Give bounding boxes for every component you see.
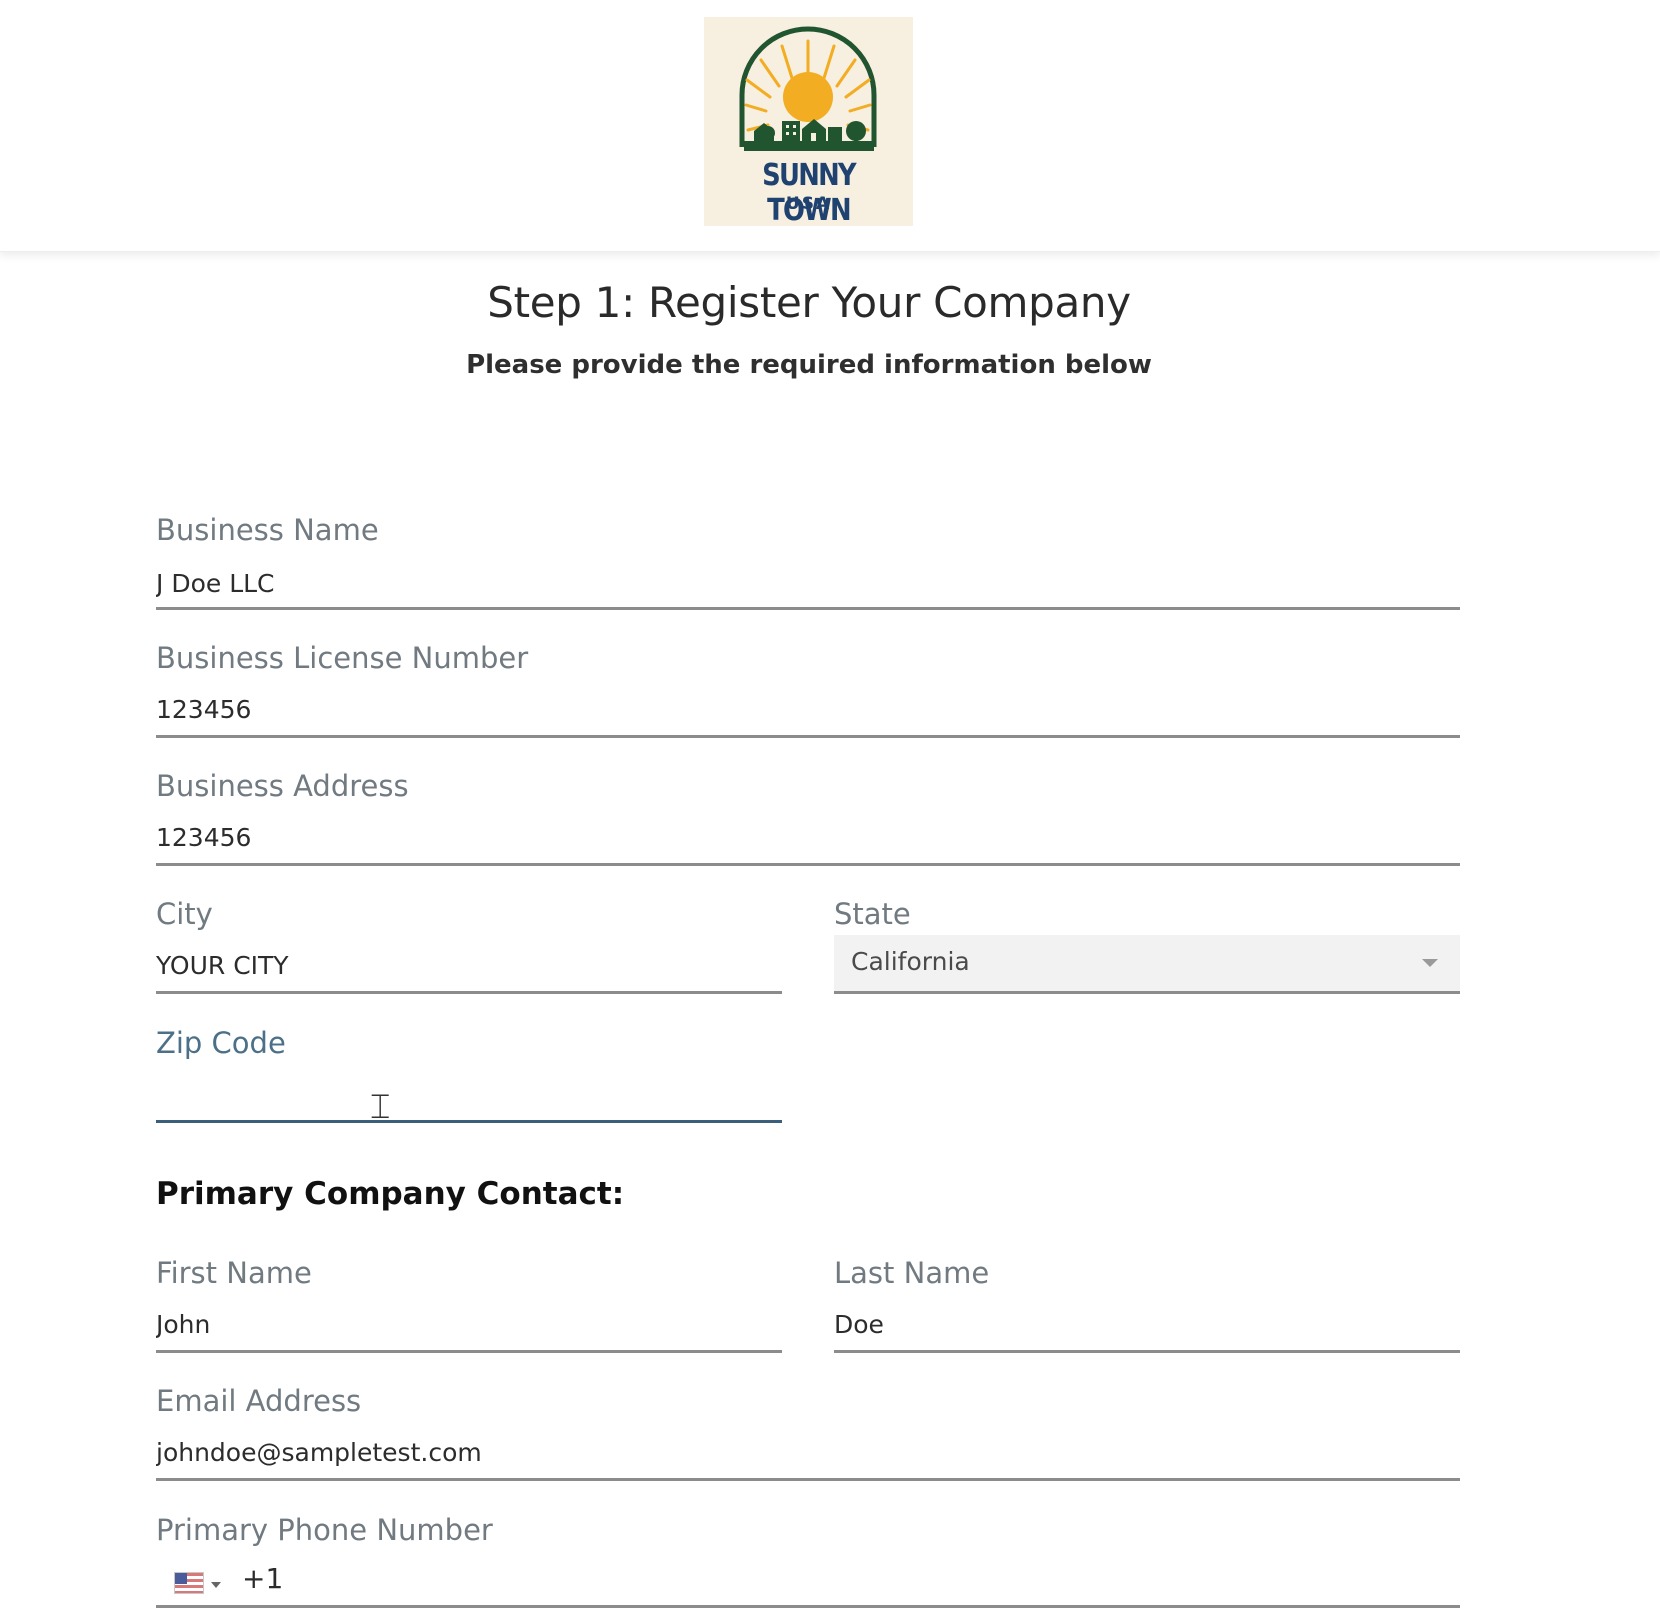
state-label: State (834, 897, 911, 931)
business-address-field: Business Address (156, 769, 1460, 869)
license-number-label: Business License Number (156, 641, 529, 675)
chevron-down-icon (1422, 959, 1438, 967)
state-field: State California (834, 897, 1460, 997)
email-field: Email Address (156, 1384, 1460, 1484)
us-flag-icon (174, 1572, 204, 1594)
contact-section-heading: Primary Company Contact: (156, 1176, 625, 1212)
zip-code-label: Zip Code (156, 1026, 286, 1060)
first-name-label: First Name (156, 1256, 312, 1290)
email-underline (156, 1478, 1460, 1481)
last-name-underline (834, 1350, 1460, 1353)
city-underline (156, 991, 782, 994)
license-number-field: Business License Number (156, 641, 1460, 741)
zip-code-input[interactable] (156, 1076, 782, 1112)
business-name-field: Business Name (156, 513, 1460, 613)
city-field: City (156, 897, 782, 997)
phone-country-picker[interactable]: +1 (156, 1560, 296, 1600)
city-input[interactable] (156, 947, 782, 983)
logo-title: SUNNY TOWN (762, 158, 857, 228)
email-input[interactable] (156, 1434, 1460, 1470)
business-address-underline (156, 863, 1460, 866)
license-number-input[interactable] (156, 691, 1460, 727)
state-selected-value: California (851, 947, 970, 976)
email-label: Email Address (156, 1384, 362, 1418)
last-name-label: Last Name (834, 1256, 990, 1290)
business-name-input[interactable] (156, 565, 1460, 601)
business-name-underline (156, 607, 1460, 610)
first-name-field: First Name (156, 1256, 782, 1356)
phone-field: Primary Phone Number (156, 1513, 1460, 1608)
state-underline (834, 991, 1460, 994)
page-title: Step 1: Register Your Company (487, 278, 1131, 327)
business-address-label: Business Address (156, 769, 409, 803)
page-subtitle: Please provide the required information … (466, 350, 1152, 380)
business-name-label: Business Name (156, 513, 379, 547)
last-name-input[interactable] (834, 1306, 1460, 1342)
last-name-field: Last Name (834, 1256, 1460, 1356)
license-number-underline (156, 735, 1460, 738)
sunny-town-logo: SUNNY TOWN USA (704, 17, 913, 228)
state-select[interactable]: California (834, 935, 1460, 991)
page-header: SUNNY TOWN USA (0, 0, 1660, 252)
caret-down-icon (211, 1582, 221, 1588)
dial-code: +1 (242, 1562, 284, 1595)
logo-subtitle: USA (785, 194, 832, 214)
city-label: City (156, 897, 213, 931)
first-name-underline (156, 1350, 782, 1353)
zip-code-field: Zip Code (156, 1026, 782, 1126)
first-name-input[interactable] (156, 1306, 782, 1342)
registration-page: SUNNY TOWN USA Step 1: Register Your Com… (0, 0, 1660, 1608)
phone-label: Primary Phone Number (156, 1513, 493, 1547)
zip-code-underline (156, 1120, 782, 1123)
text-cursor-icon: ⌶ (370, 1087, 391, 1127)
business-address-input[interactable] (156, 819, 1460, 855)
